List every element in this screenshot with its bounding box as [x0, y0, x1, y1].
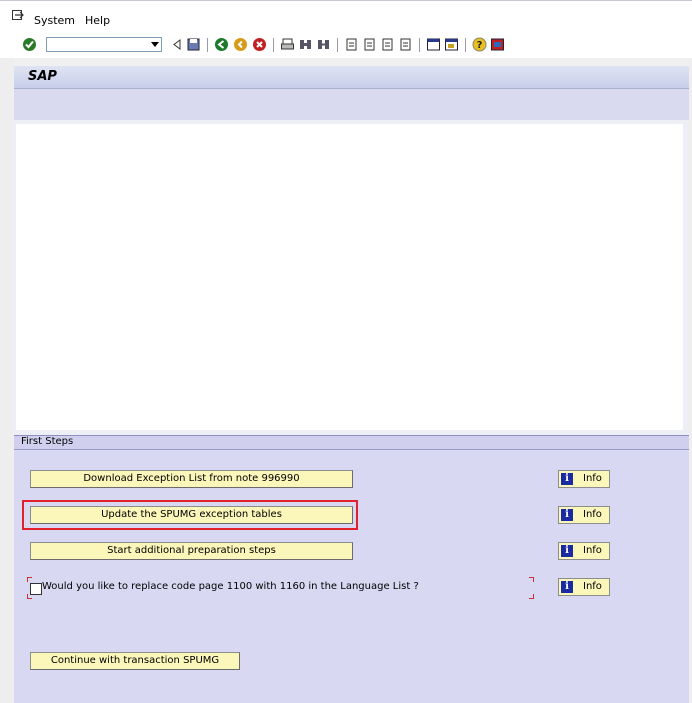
new-session-icon[interactable] [426, 37, 441, 52]
command-field[interactable] [46, 37, 162, 52]
svg-text:?: ? [477, 40, 483, 51]
find-next-icon[interactable] [316, 37, 331, 52]
print-icon[interactable] [280, 37, 295, 52]
customize-layout-icon[interactable] [490, 37, 505, 52]
info-button-label: Info [583, 545, 602, 556]
next-page-icon[interactable] [380, 37, 395, 52]
continue-spumg-button[interactable]: Continue with transaction SPUMG [30, 652, 240, 670]
start-additional-preparation-steps-button[interactable]: Start additional preparation steps [30, 542, 353, 560]
info-icon: i [561, 473, 573, 485]
menu-bar: System Help [0, 0, 692, 33]
find-icon[interactable] [298, 37, 313, 52]
back-icon[interactable] [214, 37, 229, 52]
info-icon: i [561, 581, 573, 593]
menu-help[interactable]: Help [85, 14, 110, 27]
exit-icon[interactable] [233, 37, 248, 52]
cancel-icon[interactable] [252, 37, 267, 52]
content-canvas [16, 124, 683, 430]
title-bar: SAP [14, 66, 689, 89]
content-area [14, 120, 689, 435]
last-page-icon[interactable] [398, 37, 413, 52]
menu-exit-icon[interactable] [12, 10, 24, 21]
info-icon: i [561, 509, 573, 521]
info-button-download[interactable]: i Info [558, 470, 610, 488]
enter-check-icon[interactable] [22, 37, 37, 52]
info-button-preparation[interactable]: i Info [558, 542, 610, 560]
standard-toolbar: ? [0, 32, 692, 58]
focus-bracket [27, 577, 32, 582]
focus-bracket [529, 594, 534, 599]
replace-code-page-label: Would you like to replace code page 1100… [42, 581, 419, 592]
help-icon[interactable]: ? [472, 37, 487, 52]
download-exception-list-button[interactable]: Download Exception List from note 996990 [30, 470, 353, 488]
previous-page-icon[interactable] [362, 37, 377, 52]
toolbar-separator [207, 38, 208, 52]
info-button-update[interactable]: i Info [558, 506, 610, 524]
shortcut-icon[interactable] [444, 37, 459, 52]
page-title: SAP [28, 69, 57, 84]
first-page-icon[interactable] [344, 37, 359, 52]
highlight-box [22, 500, 358, 530]
chevron-down-icon[interactable] [151, 42, 159, 47]
info-icon: i [561, 545, 573, 557]
save-icon[interactable] [186, 37, 201, 52]
menu-system[interactable]: System [34, 14, 75, 27]
collapse-arrow-icon[interactable] [170, 37, 185, 52]
first-steps-header: First Steps [14, 436, 689, 450]
toolbar-separator [273, 38, 274, 52]
window-frame-left [0, 58, 14, 703]
info-button-code-page[interactable]: i Info [558, 578, 610, 596]
replace-code-page-checkbox[interactable] [30, 583, 42, 595]
focus-bracket [529, 577, 534, 582]
toolbar-separator [337, 38, 338, 52]
info-button-label: Info [583, 509, 602, 520]
application-toolbar [14, 89, 689, 120]
first-steps-title: First Steps [21, 436, 74, 447]
info-button-label: Info [583, 473, 602, 484]
toolbar-separator [419, 38, 420, 52]
info-button-label: Info [583, 581, 602, 592]
toolbar-separator [465, 38, 466, 52]
